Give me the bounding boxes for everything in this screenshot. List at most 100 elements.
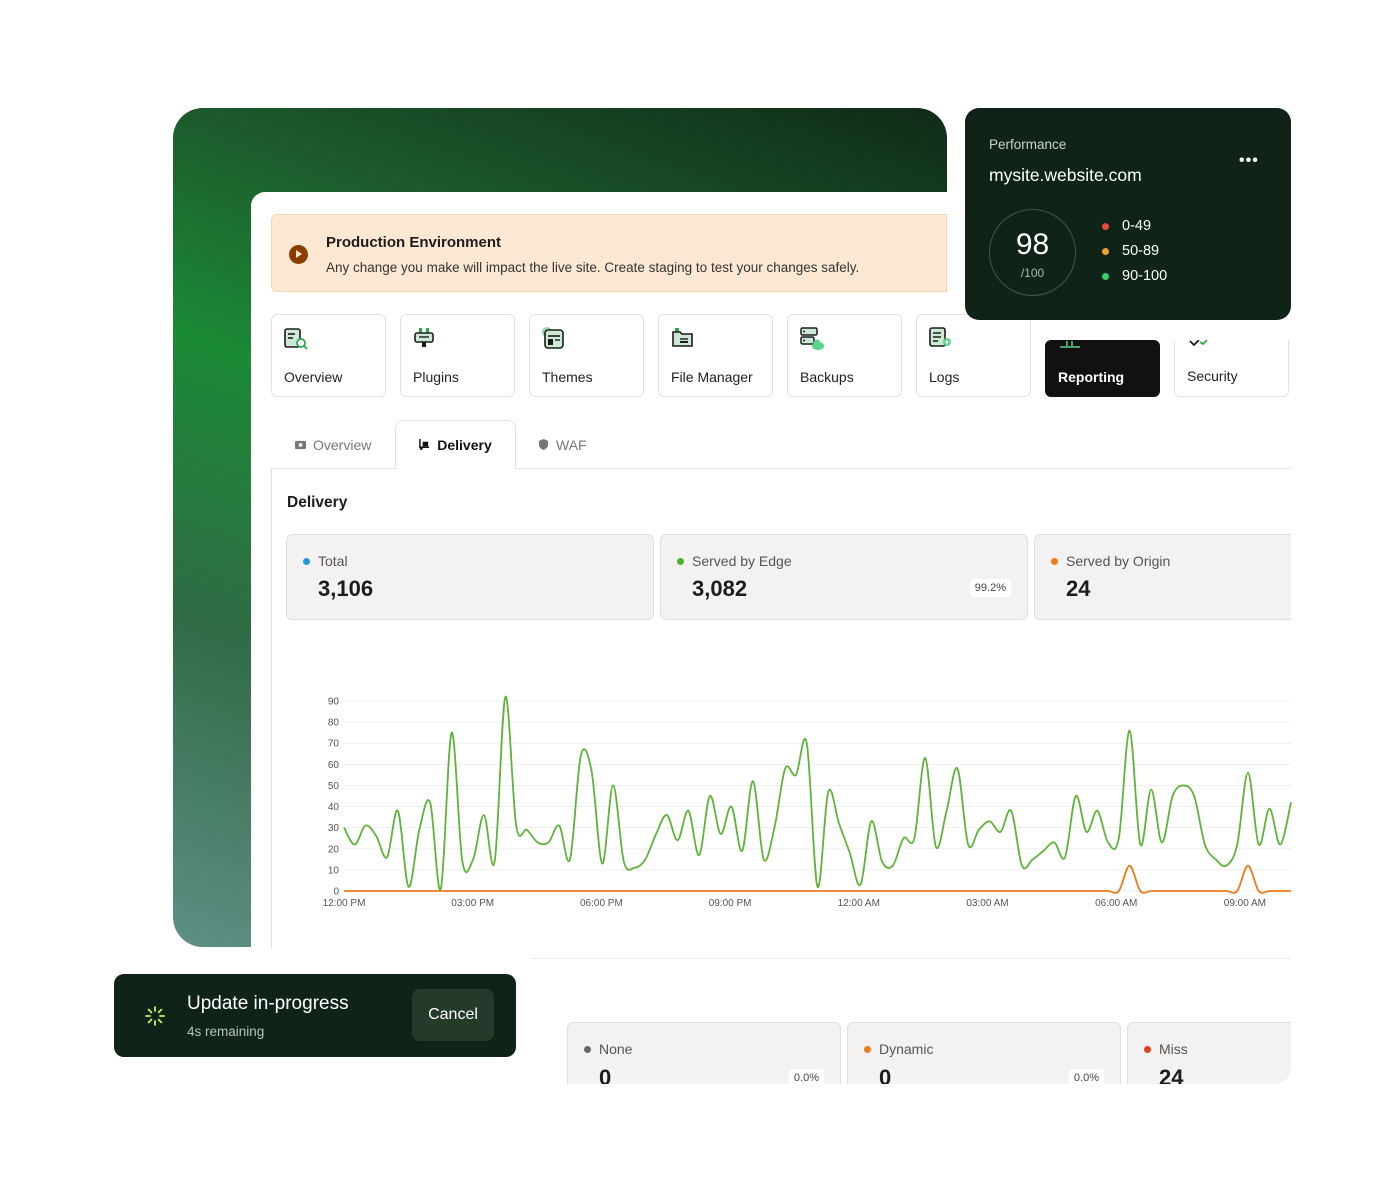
y-tick-label: 60 bbox=[328, 760, 340, 771]
legend-dot bbox=[1102, 222, 1109, 230]
legend-dot bbox=[1102, 247, 1109, 255]
module-overview[interactable]: Overview bbox=[271, 314, 386, 397]
x-tick-label: 12:00 AM bbox=[838, 898, 880, 909]
banner-title: Production Environment bbox=[326, 234, 502, 251]
module-logs[interactable]: Logs bbox=[916, 314, 1031, 397]
section-divider bbox=[530, 958, 1291, 959]
stat-value: 3,082 bbox=[692, 576, 748, 601]
stat-value: 24 bbox=[1066, 576, 1091, 601]
update-toast: Update in-progress 4s remaining Cancel bbox=[114, 974, 516, 1057]
legend-label: 90-100 bbox=[1122, 268, 1168, 284]
stat-served-by-origin: Served by Origin 24 bbox=[1034, 534, 1291, 620]
stat-value: 0 bbox=[879, 1065, 892, 1084]
shield-icon bbox=[538, 439, 549, 450]
stat-miss: Miss 24 bbox=[1127, 1022, 1291, 1084]
module-label: Backups bbox=[800, 369, 854, 385]
module-file-manager[interactable]: File Manager bbox=[658, 314, 773, 397]
camera-icon bbox=[295, 440, 306, 450]
shield-check-icon bbox=[1189, 340, 1208, 347]
status-dot bbox=[864, 1046, 871, 1053]
x-tick-label: 06:00 AM bbox=[1095, 898, 1137, 909]
stat-percent-badge: 0.0% bbox=[788, 1069, 824, 1084]
performance-label: Performance bbox=[989, 137, 1067, 152]
production-banner: Production Environment Any change you ma… bbox=[271, 214, 947, 292]
overview-icon bbox=[284, 328, 308, 350]
tab-label: WAF bbox=[556, 436, 587, 453]
edge-series-line bbox=[343, 695, 1292, 891]
module-themes[interactable]: Themes bbox=[529, 314, 644, 397]
y-tick-label: 0 bbox=[333, 887, 339, 898]
module-label: Plugins bbox=[413, 369, 459, 385]
folder-icon bbox=[672, 328, 693, 347]
plug-icon bbox=[414, 328, 434, 347]
x-tick-label: 06:00 PM bbox=[580, 898, 623, 909]
status-dot bbox=[1144, 1046, 1151, 1053]
tab-label: Overview bbox=[313, 436, 372, 453]
stat-served-by-edge: Served by Edge 3,082 99.2% bbox=[660, 534, 1028, 620]
section-title: Delivery bbox=[287, 494, 348, 511]
module-security[interactable]: Security bbox=[1174, 340, 1289, 397]
tab-overview[interactable]: Overview bbox=[295, 420, 371, 469]
module-backups[interactable]: Backups bbox=[787, 314, 902, 397]
stat-value: 24 bbox=[1159, 1065, 1184, 1084]
reporting-icon bbox=[1060, 341, 1080, 348]
delivery-line-chart: 0 10 20 30 40 50 60 70 80 90 12:00 PM 03:00 PM 06:00… bbox=[323, 695, 1292, 909]
status-dot bbox=[303, 558, 310, 565]
y-tick-label: 40 bbox=[328, 802, 340, 813]
status-dot bbox=[584, 1046, 591, 1053]
stat-value: 0 bbox=[599, 1065, 612, 1084]
x-tick-label: 03:00 PM bbox=[451, 898, 494, 909]
x-tick-label: 09:00 AM bbox=[1224, 898, 1266, 909]
module-label: Themes bbox=[542, 369, 593, 385]
performance-card: Performance mysite.website.com ••• 98 /1… bbox=[965, 108, 1291, 320]
module-label: Reporting bbox=[1058, 369, 1125, 385]
module-label: File Manager bbox=[671, 369, 753, 385]
stat-label: Total bbox=[318, 553, 348, 569]
y-tick-label: 90 bbox=[328, 697, 340, 708]
legend-item: 50-89 bbox=[1102, 243, 1159, 259]
legend-label: 50-89 bbox=[1122, 243, 1160, 259]
y-tick-label: 20 bbox=[328, 844, 340, 855]
stat-percent-badge: 99.2% bbox=[969, 579, 1011, 597]
module-plugins[interactable]: Plugins bbox=[400, 314, 515, 397]
legend-item: 90-100 bbox=[1102, 268, 1167, 284]
legend-dot bbox=[1102, 272, 1109, 280]
performance-score: 98 bbox=[1015, 228, 1050, 261]
legend-item: 0-49 bbox=[1102, 218, 1151, 234]
toast-subtitle: 4s remaining bbox=[187, 1024, 265, 1039]
module-reporting[interactable]: Reporting bbox=[1045, 340, 1160, 397]
stat-label: None bbox=[599, 1041, 633, 1057]
delivery-icon bbox=[419, 439, 430, 450]
stat-percent-badge: 0.0% bbox=[1068, 1069, 1104, 1084]
module-label: Security bbox=[1187, 368, 1238, 384]
stat-label: Miss bbox=[1159, 1041, 1188, 1057]
page: Production Environment Any change you ma… bbox=[0, 0, 1400, 1193]
y-tick-label: 10 bbox=[328, 865, 340, 876]
cancel-button[interactable]: Cancel bbox=[412, 989, 494, 1041]
stat-dynamic: Dynamic 0 0.0% bbox=[847, 1022, 1121, 1084]
play-circle-icon bbox=[289, 245, 308, 264]
x-tick-label: 12:00 PM bbox=[323, 898, 366, 909]
x-tick-label: 09:00 PM bbox=[709, 898, 752, 909]
stat-none: None 0 0.0% bbox=[567, 1022, 841, 1084]
spinner-icon bbox=[145, 1006, 165, 1026]
legend-label: 0-49 bbox=[1122, 218, 1152, 234]
stat-total: Total 3,106 bbox=[286, 534, 654, 620]
y-tick-label: 30 bbox=[328, 823, 340, 834]
y-tick-label: 50 bbox=[328, 781, 340, 792]
score-ring: 98 /100 bbox=[989, 209, 1076, 296]
cache-stats-row: None 0 0.0% Dynamic 0 0.0% Miss 24 bbox=[536, 1022, 1291, 1084]
x-tick-label: 03:00 AM bbox=[966, 898, 1008, 909]
themes-icon bbox=[542, 327, 564, 349]
site-domain: mysite.website.com bbox=[989, 165, 1142, 185]
stat-label: Served by Origin bbox=[1066, 553, 1171, 569]
stat-value: 3,106 bbox=[318, 576, 374, 601]
status-dot bbox=[1051, 558, 1058, 565]
logs-icon bbox=[929, 327, 951, 347]
backup-cloud-icon bbox=[800, 327, 824, 350]
more-options-icon[interactable]: ••• bbox=[1239, 152, 1259, 170]
tab-waf[interactable]: WAF bbox=[538, 420, 587, 469]
tab-delivery[interactable]: Delivery bbox=[395, 420, 516, 469]
stat-label: Dynamic bbox=[879, 1041, 934, 1057]
performance-max: /100 bbox=[1020, 266, 1045, 280]
